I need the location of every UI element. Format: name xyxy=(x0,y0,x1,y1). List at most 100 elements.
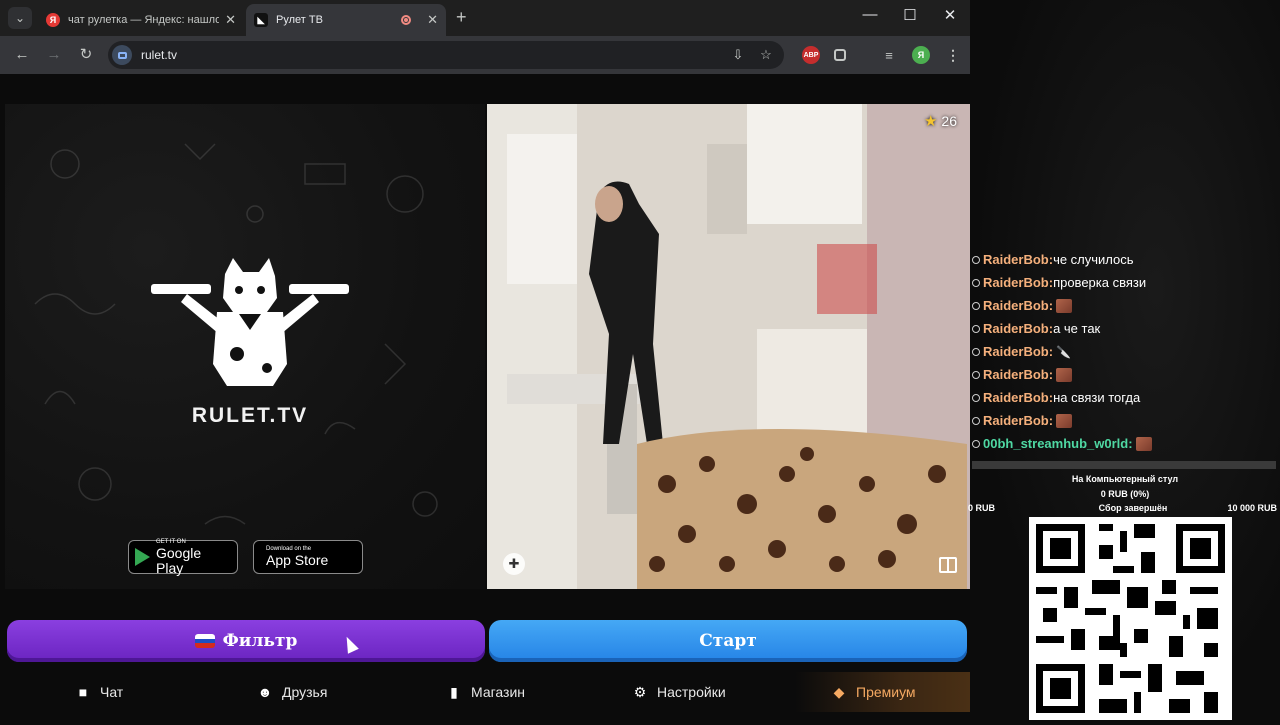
tab-strip: ⌄ Я чат рулетка — Яндекс: нашло ✕ ◣ Руле… xyxy=(0,0,970,36)
nav-shop[interactable]: ▮ Магазин xyxy=(445,678,525,706)
premium-tag-icon: ◆ xyxy=(833,683,845,700)
filter-button-label: Фильтр xyxy=(222,631,298,651)
extensions-puzzle-icon[interactable] xyxy=(834,49,846,61)
reload-button[interactable]: ↻ xyxy=(76,45,96,65)
friends-icon: ☻ xyxy=(257,684,273,700)
browser-menu-icon[interactable]: ⋮ xyxy=(944,46,962,64)
yandex-favicon-icon: Я xyxy=(46,13,60,27)
google-play-label: Google Play xyxy=(156,544,202,576)
bottom-nav: ■ Чат ☻ Друзья ▮ Магазин ⚙ Настройки ◆ П… xyxy=(0,672,970,712)
back-button[interactable]: ← xyxy=(12,45,32,65)
address-bar[interactable]: rulet.tv ⇩ ☆ xyxy=(108,41,784,69)
nav-premium-label: Премиум xyxy=(856,684,916,700)
tab-search-button[interactable]: ⌄ xyxy=(8,7,32,29)
gift-icon[interactable] xyxy=(939,557,957,573)
emote-icon xyxy=(1056,367,1073,382)
profile-avatar[interactable]: Я xyxy=(912,46,930,64)
chat-username: RaiderBob: xyxy=(983,321,1054,336)
rulet-favicon-icon: ◣ xyxy=(254,13,268,27)
chat-text: а че так xyxy=(1053,321,1101,336)
stream-overlay: RaiderBob: че случилось RaiderBob: проверк… xyxy=(968,0,1280,720)
partner-video[interactable]: ★ 26 ✚ xyxy=(487,104,970,589)
recording-icon xyxy=(401,15,412,25)
chat-message: 00bh_streamhub_w0rld: xyxy=(972,432,1278,455)
emote-icon xyxy=(1056,298,1073,313)
close-window-button[interactable]: ✕ xyxy=(938,6,962,24)
new-tab-button[interactable]: + xyxy=(456,8,467,26)
tab-yandex[interactable]: Я чат рулетка — Яндекс: нашло ✕ xyxy=(38,4,244,36)
gear-icon: ⚙ xyxy=(633,683,647,700)
gamepad-icon[interactable]: ✚ xyxy=(503,553,525,575)
start-button-label: Старт xyxy=(699,631,757,651)
close-tab-icon[interactable]: ✕ xyxy=(427,12,438,28)
filter-button[interactable]: Фильтр xyxy=(7,620,485,662)
chat-message: RaiderBob: а че так xyxy=(972,317,1278,340)
brand-logo-text: RULET.TV xyxy=(191,404,309,427)
emote-icon xyxy=(1056,413,1073,428)
rating-value: 26 xyxy=(941,113,957,129)
qr-code-image xyxy=(1029,517,1232,720)
bookmark-star-icon[interactable]: ☆ xyxy=(756,45,776,65)
donation-goal-amount: 0 RUB (0%) xyxy=(1100,489,1150,499)
chat-text: на связи тогда xyxy=(1053,390,1141,405)
app-store-button[interactable]: Download on the App Store xyxy=(253,540,363,574)
nav-premium[interactable]: ◆ Премиум xyxy=(830,678,916,706)
site-info-icon[interactable] xyxy=(112,45,132,65)
chat-message: RaiderBob: на связи тогда xyxy=(972,386,1278,409)
rating-badge: ★ 26 xyxy=(924,112,957,130)
url-text: rulet.tv xyxy=(141,48,178,62)
nav-shop-label: Магазин xyxy=(471,684,526,700)
chat-username: RaiderBob: xyxy=(983,344,1054,359)
video-frame xyxy=(487,104,970,589)
donation-goal-title: На Компьютерный стул xyxy=(1071,474,1179,484)
chat-message: RaiderBob: xyxy=(972,363,1278,386)
chat-username: 00bh_streamhub_w0rld: xyxy=(983,436,1133,451)
nav-settings-label: Настройки xyxy=(657,684,726,700)
chat-text: че случилось xyxy=(1053,252,1134,267)
chat-username: RaiderBob: xyxy=(983,390,1054,405)
chat-username: RaiderBob: xyxy=(983,413,1054,428)
nav-friends-label: Друзья xyxy=(282,684,328,700)
start-button[interactable]: Старт xyxy=(489,620,967,662)
nav-friends[interactable]: ☻ Друзья xyxy=(256,678,328,706)
logo-panel: RULET.TV GET IT ON Google Play Download … xyxy=(5,104,485,589)
shopping-bag-icon: ▮ xyxy=(450,683,458,700)
close-tab-icon[interactable]: ✕ xyxy=(225,12,236,28)
chat-message: RaiderBob: xyxy=(972,409,1278,432)
maximize-button[interactable]: ☐ xyxy=(898,6,922,24)
minimize-button[interactable]: — xyxy=(858,6,882,23)
browser-window: ⌄ Я чат рулетка — Яндекс: нашло ✕ ◣ Руле… xyxy=(0,0,970,720)
rulet-page: RULET.TV GET IT ON Google Play Download … xyxy=(0,74,970,720)
media-control-icon[interactable]: ≡ xyxy=(880,46,898,64)
adblock-extension-icon[interactable]: ABP xyxy=(802,46,820,64)
chat-message: RaiderBob: проверка связи xyxy=(972,271,1278,294)
chat-message: RaiderBob: че случилось xyxy=(972,248,1278,271)
nav-chat[interactable]: ■ Чат xyxy=(74,678,123,706)
nav-settings[interactable]: ⚙ Настройки xyxy=(631,678,726,706)
chat-message: RaiderBob: xyxy=(972,294,1278,317)
russia-flag-icon xyxy=(194,634,215,648)
install-app-icon[interactable]: ⇩ xyxy=(728,45,748,65)
chat-username: RaiderBob: xyxy=(983,275,1054,290)
chat-username: RaiderBob: xyxy=(983,367,1054,382)
donation-goal-max: 10 000 RUB xyxy=(1227,503,1277,513)
donation-qr-code xyxy=(1029,517,1232,720)
tab-title: Рулет ТВ xyxy=(276,14,323,26)
emote-icon xyxy=(1135,436,1152,451)
google-play-icon xyxy=(135,548,150,566)
tab-rulet[interactable]: ◣ Рулет ТВ ✕ xyxy=(246,4,446,36)
rulet-cat-logo-icon xyxy=(151,258,349,386)
stream-chat: RaiderBob: че случилось RaiderBob: проверк… xyxy=(972,248,1278,455)
nav-chat-label: Чат xyxy=(100,684,124,700)
chat-bubble-icon: ■ xyxy=(78,684,88,700)
forward-button[interactable]: → xyxy=(44,45,64,65)
google-play-button[interactable]: GET IT ON Google Play xyxy=(128,539,238,576)
browser-toolbar: ← → ↻ rulet.tv ⇩ ☆ ABP ≡ Я ⋮ xyxy=(0,36,970,74)
chat-message: RaiderBob: 🔪 xyxy=(972,340,1278,363)
donation-progress-bar xyxy=(972,461,1276,469)
chat-text: проверка связи xyxy=(1053,275,1147,290)
knife-emote-icon: 🔪 xyxy=(1056,344,1072,359)
tab-title: чат рулетка — Яндекс: нашло xyxy=(68,14,220,26)
app-store-label: App Store xyxy=(266,552,329,568)
chat-username: RaiderBob: xyxy=(983,298,1054,313)
